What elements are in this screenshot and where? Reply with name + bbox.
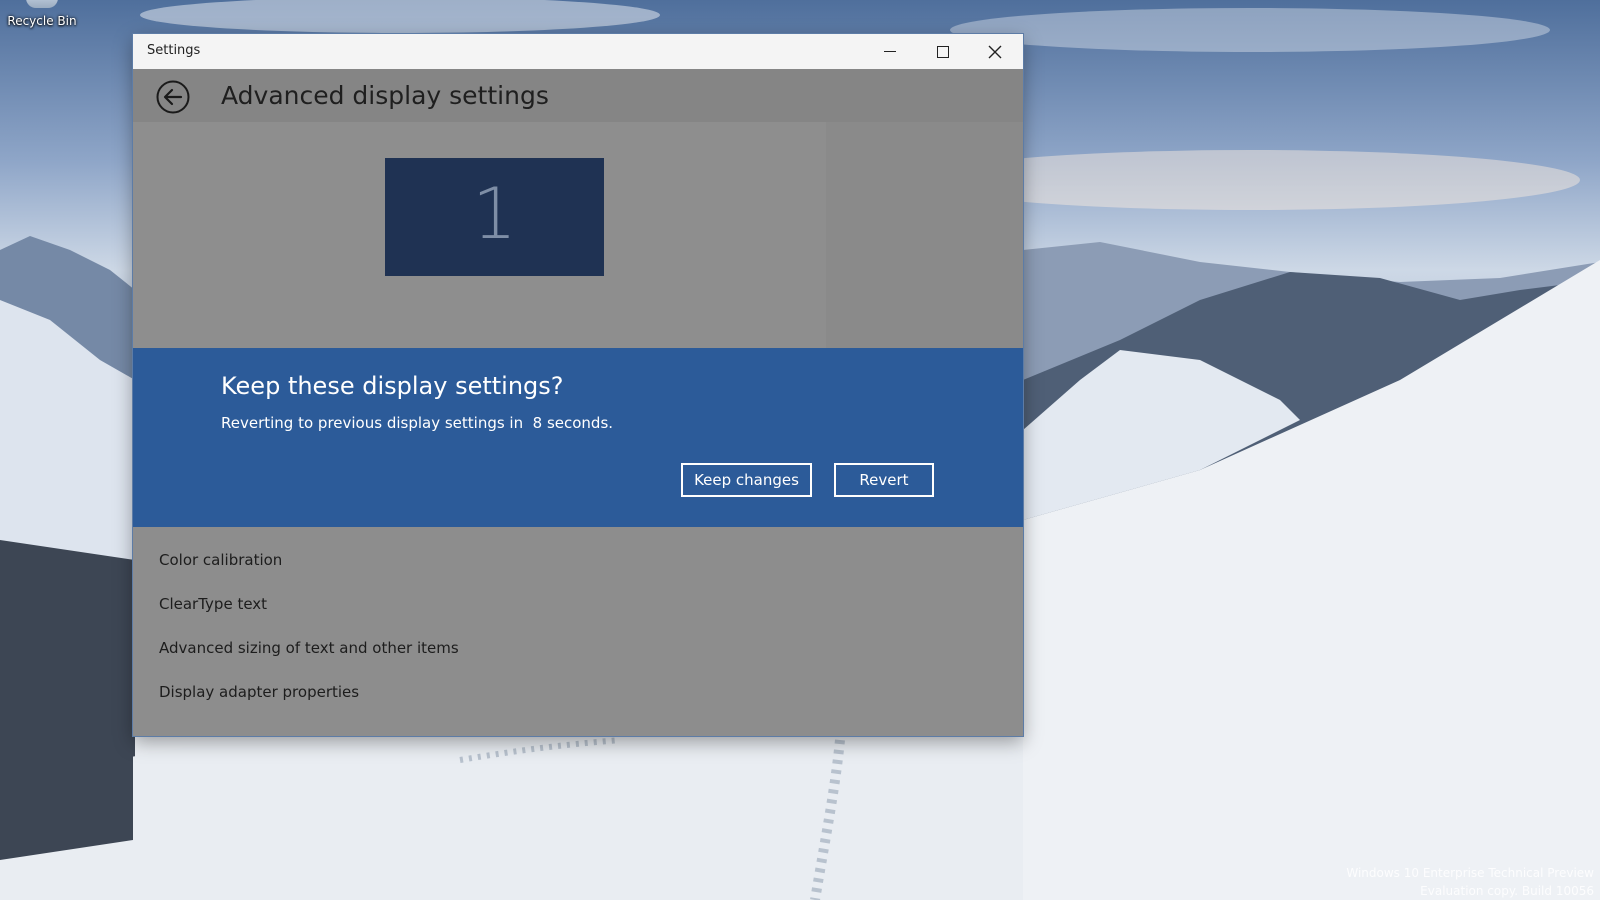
monitor-number: 1 (472, 173, 517, 255)
display-adapter-properties-link[interactable]: Display adapter properties (159, 683, 359, 701)
dialog-title: Keep these display settings? (221, 372, 564, 400)
settings-window: Settings Advanced display settings 1 Kee… (133, 34, 1023, 736)
close-button[interactable] (969, 34, 1021, 69)
page-title: Advanced display settings (221, 81, 549, 110)
advanced-sizing-link[interactable]: Advanced sizing of text and other items (159, 639, 459, 657)
color-calibration-link[interactable]: Color calibration (159, 551, 282, 569)
display-preview-panel: 1 (133, 122, 826, 348)
related-settings-list: Color calibration ClearType text Advance… (133, 527, 1023, 736)
minimize-icon (884, 51, 896, 52)
maximize-button[interactable] (917, 34, 969, 69)
close-icon (988, 45, 1002, 58)
watermark-line-2: Evaluation copy. Build 10056 (1420, 884, 1594, 898)
recycle-bin-label: Recycle Bin (7, 14, 77, 28)
display-arrangement-area: 1 (133, 122, 1023, 348)
os-watermark: Windows 10 Enterprise Technical Preview … (1346, 864, 1594, 900)
recycle-bin[interactable]: Recycle Bin (2, 0, 82, 36)
window-title: Settings (147, 43, 201, 58)
cleartype-text-link[interactable]: ClearType text (159, 595, 267, 613)
monitor-tile[interactable]: 1 (385, 158, 604, 276)
revert-button[interactable]: Revert (834, 463, 934, 497)
desktop: Recycle Bin Windows 10 Enterprise Techni… (0, 0, 1600, 900)
keep-settings-dialog: Keep these display settings? Reverting t… (133, 348, 1023, 527)
back-arrow-icon[interactable] (155, 79, 191, 115)
keep-changes-button[interactable]: Keep changes (681, 463, 812, 497)
recycle-bin-icon (26, 0, 58, 8)
title-bar[interactable]: Settings (133, 34, 1023, 70)
watermark-line-1: Windows 10 Enterprise Technical Preview (1346, 866, 1594, 880)
dialog-countdown-message: Reverting to previous display settings i… (221, 414, 614, 432)
maximize-icon (937, 45, 949, 58)
minimize-button[interactable] (864, 34, 916, 69)
